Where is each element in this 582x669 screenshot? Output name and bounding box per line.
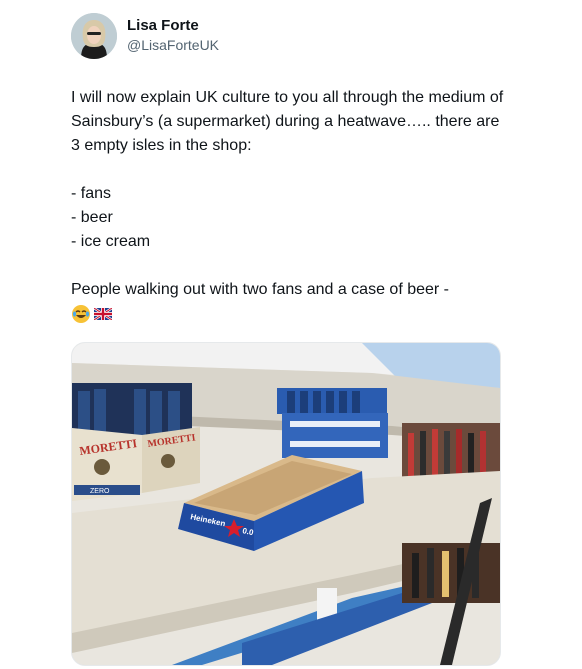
tweet-photo[interactable]: MORETTI MORETTI ZERO Heineken 0.0 [71, 342, 501, 666]
list-item-beer: - beer [71, 209, 113, 226]
tweet-paragraph-intro: I will now explain UK culture to you all… [71, 89, 504, 154]
author-name[interactable]: Lisa Forte [127, 17, 199, 34]
list-item-fans: - fans [71, 185, 112, 202]
author-handle[interactable]: @LisaForteUK [127, 37, 219, 53]
tweet-paragraph-outro: People walking out with two fans and a c… [71, 281, 449, 298]
emoji-row [71, 302, 511, 326]
face-with-tears-of-joy-icon [71, 304, 91, 324]
profile-photo-icon [71, 13, 117, 59]
tweet-text: I will now explain UK culture to you all… [71, 86, 511, 326]
avatar[interactable] [71, 13, 117, 59]
zero-label: ZERO [90, 488, 110, 495]
empty-supermarket-shelves-photo: MORETTI MORETTI ZERO Heineken 0.0 [72, 343, 500, 665]
uk-flag-icon [94, 308, 112, 320]
list-item-ice-cream: - ice cream [71, 233, 151, 250]
tweet-card[interactable]: Lisa Forte @LisaForteUK I will now expla… [0, 0, 582, 669]
